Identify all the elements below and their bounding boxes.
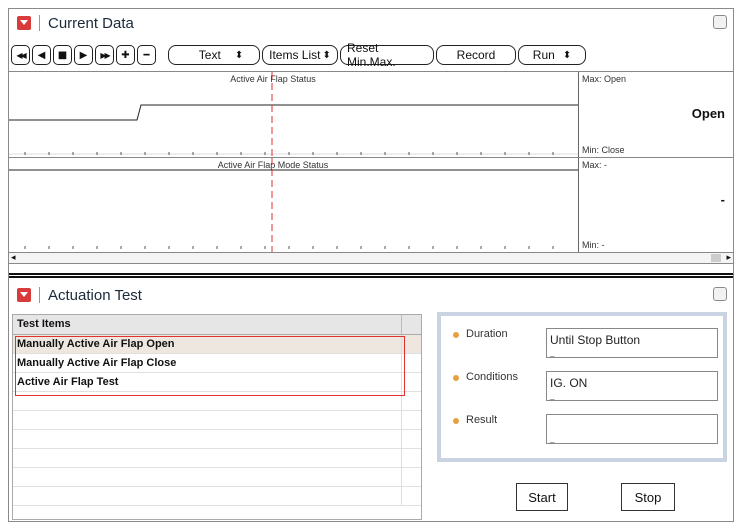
select-arrows-icon: ⬍ [322,49,331,61]
empty-row [13,392,421,411]
stop-button[interactable]: Stop [621,483,675,511]
max-label: Max: - [582,160,608,170]
maximize-current-data-button[interactable] [713,15,727,29]
test-item-label: Active Air Flap Test [17,376,119,388]
bullet-icon [453,375,459,381]
run-label: Run [532,48,555,62]
play-button[interactable]: ▶ [74,45,93,65]
step-back-button[interactable]: ◀ [32,45,51,65]
column-separator [401,315,402,334]
graph-air-flap-mode-status: Active Air Flap Mode Status Max: - - Min… [9,157,733,253]
graph-ticks [24,152,554,155]
fast-forward-button[interactable]: ▶▶ [95,45,114,65]
test-items-header: Test Items [13,315,421,335]
duration-label: Duration [466,328,508,340]
reset-min-max-button[interactable]: Reset Min.Max. [340,41,434,69]
graph-ticks [24,246,554,249]
text-mode-label: Text [198,48,221,62]
graph-range-panel: Max: - - Min: - [578,158,733,252]
zoom-out-button[interactable]: ━ [137,45,156,65]
test-item-label: Manually Active Air Flap Close [17,357,177,369]
min-label: Min: Close [582,145,625,155]
empty-row [13,430,421,449]
current-data-title: Current Data [48,14,134,32]
result-label: Result [466,414,498,426]
run-select[interactable]: Run ⬍ [518,45,586,65]
status-trace [9,104,578,121]
scroll-thumb[interactable] [711,254,721,262]
min-label: Min: - [582,240,605,250]
current-value: Open [691,106,725,121]
graph-plot-area [9,72,578,158]
max-label: Max: Open [582,74,627,84]
graph-range-panel: Max: Open Open Min: Close [578,72,733,157]
playback-toolbar: ◀◀ ◀ ■ ▶ ▶▶ ✚ ━ Text ⬍ Items List ⬍ Rese… [11,41,731,69]
select-arrows-icon: ⬍ [234,49,244,61]
empty-row [13,487,421,506]
field-tick: _ [550,391,555,400]
test-items-header-label: Test Items [17,318,71,330]
result-field: Result _ [453,414,718,444]
header-separator [39,287,40,303]
header-separator [39,15,40,31]
test-item-row[interactable]: Manually Active Air Flap Close [13,354,421,373]
current-value: - [720,192,725,207]
items-list-select[interactable]: Items List ⬍ [262,45,338,65]
scroll-left-icon[interactable]: ◂ [11,253,16,263]
empty-row [13,449,421,468]
field-tick: _ [550,348,555,357]
conditions-value: IG. ON _ [546,371,718,401]
select-arrows-icon: ⬍ [562,49,572,61]
duration-field: Duration Until Stop Button _ [453,328,718,358]
conditions-field: Conditions IG. ON _ [453,371,718,401]
bullet-icon [453,418,459,424]
test-detail-panel: Duration Until Stop Button _ Conditions … [437,312,727,462]
scan-tool-window: Current Data ◀◀ ◀ ■ ▶ ▶▶ ✚ ━ Text ⬍ Item… [8,8,734,522]
text-mode-select[interactable]: Text ⬍ [168,45,260,65]
graph-plot-area [9,158,578,253]
record-button[interactable]: Record [436,45,516,65]
items-list-label: Items List [269,48,321,62]
graph-air-flap-status: Active Air Flap Status Max: Open Open Mi… [9,71,733,158]
start-button[interactable]: Start [516,483,568,511]
stop-playback-button[interactable]: ■ [53,45,72,65]
duration-value: Until Stop Button _ [546,328,718,358]
scroll-right-icon[interactable]: ▸ [726,253,731,263]
panel-divider [9,273,733,278]
rewind-button[interactable]: ◀◀ [11,45,30,65]
actuation-test-header: Actuation Test [9,281,733,309]
maximize-actuation-test-button[interactable] [713,287,727,301]
result-value: _ [546,414,718,444]
conditions-label: Conditions [466,371,518,383]
zoom-in-button[interactable]: ✚ [116,45,135,65]
test-item-row[interactable]: Active Air Flap Test [13,373,421,392]
graph-horizontal-scrollbar[interactable]: ◂ ▸ [9,252,733,264]
collapse-actuation-test-button[interactable] [17,288,31,302]
test-items-list: Test Items Manually Active Air Flap Open… [12,314,422,520]
current-data-header: Current Data [9,9,733,37]
test-item-label: Manually Active Air Flap Open [17,338,175,350]
empty-row [13,468,421,487]
test-item-row[interactable]: Manually Active Air Flap Open [13,335,421,354]
bullet-icon [453,332,459,338]
empty-row [13,411,421,430]
actuation-test-title: Actuation Test [48,286,142,304]
field-tick: _ [550,434,555,443]
collapse-current-data-button[interactable] [17,16,31,30]
